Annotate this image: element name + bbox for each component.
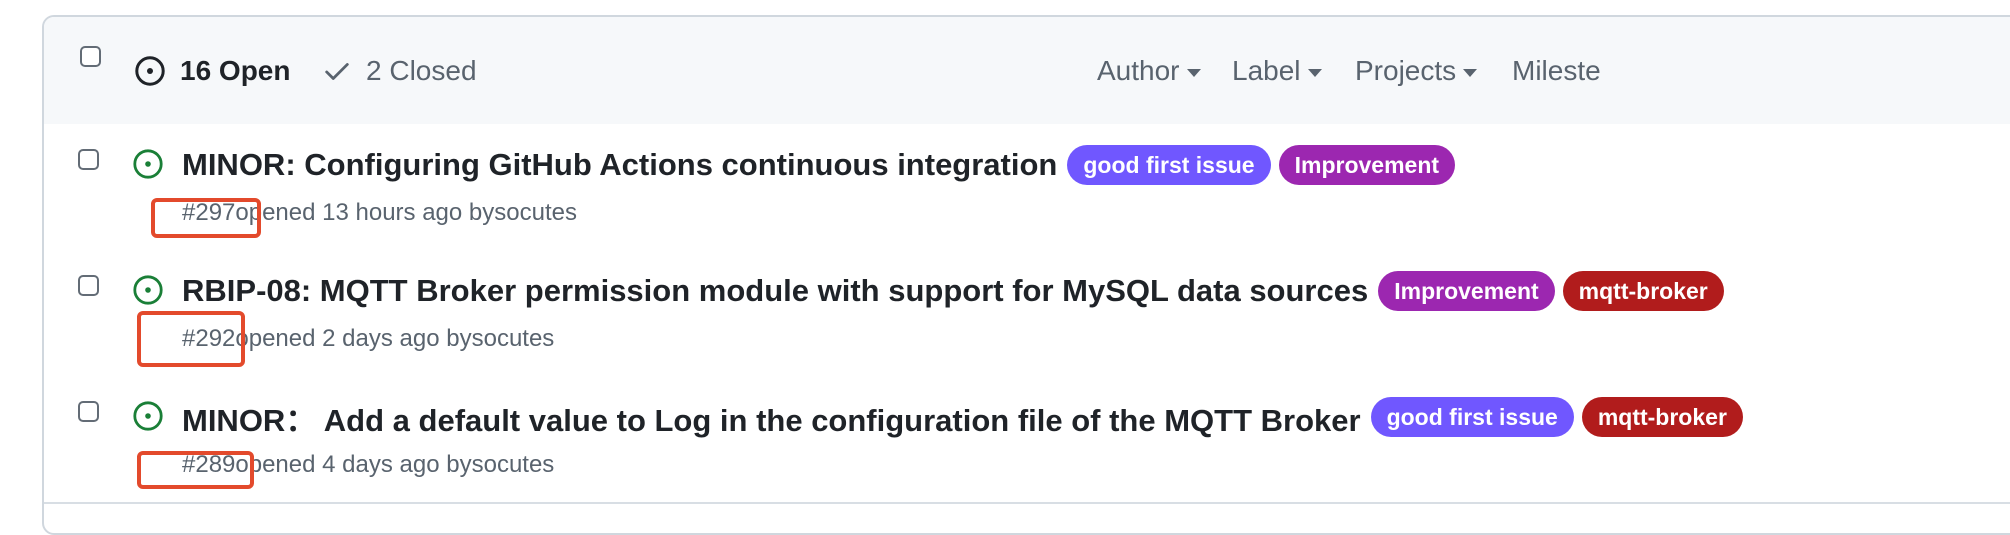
issue-row: MINOR: Configuring GitHub Actions contin… <box>44 124 2010 252</box>
issue-row: MINOR： Add a default value to Log in the… <box>44 376 2010 504</box>
chevron-down-icon <box>1186 69 1201 77</box>
issue-opened-text: opened 13 hours ago by <box>235 199 495 226</box>
label-filter-label: Label <box>1232 55 1301 86</box>
label-good-first-issue[interactable]: good first issue <box>1067 145 1271 185</box>
label-improvement[interactable]: Improvement <box>1278 145 1456 185</box>
issue-title-link[interactable]: MINOR: Configuring GitHub Actions contin… <box>182 147 1057 183</box>
issue-opened-icon <box>133 149 163 179</box>
issue-opened-icon <box>133 401 163 431</box>
issue-row: RBIP-08: MQTT Broker permission module w… <box>44 250 2010 378</box>
issue-author-link[interactable]: socutes <box>494 199 577 227</box>
select-all-checkbox[interactable] <box>80 46 101 67</box>
chevron-down-icon <box>1307 69 1322 77</box>
issue-author-link[interactable]: socutes <box>472 325 555 353</box>
check-icon <box>325 63 349 80</box>
chevron-down-icon <box>1463 69 1478 77</box>
issue-number[interactable]: #297 <box>182 199 235 227</box>
label-filter[interactable]: Label <box>1232 51 1322 91</box>
closed-issues-tab[interactable]: 2 Closed <box>322 53 477 89</box>
issue-number[interactable]: #292 <box>182 325 235 353</box>
author-filter[interactable]: Author <box>1097 51 1201 91</box>
open-issues-tab[interactable]: 16 Open <box>134 53 290 89</box>
issue-opened-icon <box>133 275 163 305</box>
issue-title-line: MINOR： Add a default value to Log in the… <box>182 396 1743 438</box>
issue-checkbox[interactable] <box>78 401 99 422</box>
label-mqtt-broker[interactable]: mqtt-broker <box>1581 397 1743 437</box>
issue-meta: #289 opened 4 days ago by socutes <box>182 448 554 482</box>
issue-opened-text: opened 4 days ago by <box>235 451 472 478</box>
milestones-filter[interactable]: Mileste <box>1512 51 1601 91</box>
closed-count-label: 2 Closed <box>366 55 477 86</box>
issue-title-link[interactable]: MINOR： Add a default value to Log in the… <box>182 395 1361 440</box>
issue-checkbox[interactable] <box>78 149 99 170</box>
open-count-label: 16 Open <box>180 55 291 86</box>
author-filter-label: Author <box>1097 55 1180 86</box>
projects-filter-label: Projects <box>1355 55 1457 86</box>
issue-title-line: RBIP-08: MQTT Broker permission module w… <box>182 270 1724 312</box>
issue-title-link[interactable]: RBIP-08: MQTT Broker permission module w… <box>182 273 1368 309</box>
issues-list-box: 16 Open 2 Closed Author Label Projects M… <box>42 15 2010 535</box>
issue-author-link[interactable]: socutes <box>472 451 555 479</box>
issue-opened-text: opened 2 days ago by <box>235 325 472 352</box>
issue-opened-icon <box>135 56 165 86</box>
projects-filter[interactable]: Projects <box>1355 51 1478 91</box>
label-good-first-issue[interactable]: good first issue <box>1370 397 1574 437</box>
issues-list-header: 16 Open 2 Closed Author Label Projects M… <box>44 17 2010 126</box>
milestones-filter-label: Mileste <box>1512 55 1601 86</box>
issue-number[interactable]: #289 <box>182 451 235 479</box>
label-mqtt-broker[interactable]: mqtt-broker <box>1562 271 1724 311</box>
issue-checkbox[interactable] <box>78 275 99 296</box>
issue-title-line: MINOR: Configuring GitHub Actions contin… <box>182 144 1456 186</box>
issue-meta: #297 opened 13 hours ago by socutes <box>182 196 577 230</box>
issue-meta: #292 opened 2 days ago by socutes <box>182 322 554 356</box>
label-improvement[interactable]: Improvement <box>1378 271 1555 311</box>
